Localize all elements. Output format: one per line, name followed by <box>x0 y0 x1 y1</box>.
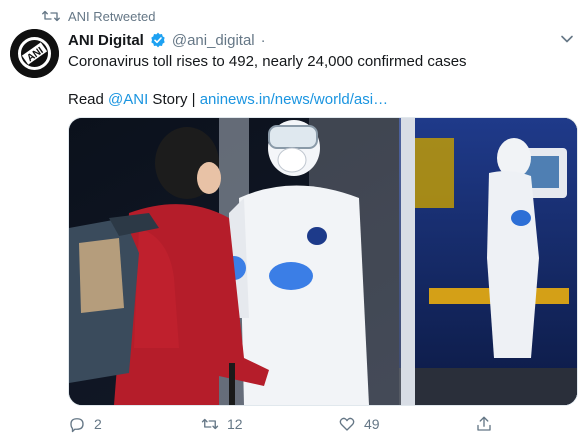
reply-count: 2 <box>94 416 102 432</box>
avatar[interactable]: ANI <box>10 29 59 78</box>
verified-badge-icon <box>151 32 165 48</box>
photo-image <box>69 118 577 405</box>
retweet-header: ANI Retweeted <box>42 6 155 26</box>
share-icon <box>477 416 491 431</box>
tweet-text: Coronavirus toll rises to 492, nearly 24… <box>68 53 467 70</box>
tweet-header: ANI Digital @ani_digital · <box>68 30 266 50</box>
chevron-down-icon[interactable] <box>560 32 574 46</box>
retweet-icon <box>201 418 219 430</box>
read-prefix: Read <box>68 91 109 108</box>
tweet-photo[interactable] <box>68 117 578 406</box>
reply-button[interactable]: 2 <box>68 415 201 433</box>
like-button[interactable]: 49 <box>338 415 475 433</box>
retweet-count: 12 <box>227 416 243 432</box>
article-link[interactable]: aninews.in/news/world/asi… <box>200 91 388 108</box>
retweet-label[interactable]: ANI Retweeted <box>68 9 155 24</box>
tweet-actions: 2 12 49 <box>68 412 508 436</box>
retweet-icon <box>42 10 60 22</box>
retweet-button[interactable]: 12 <box>201 415 338 433</box>
separator-dot: · <box>260 31 266 49</box>
heart-icon <box>339 417 355 431</box>
author-handle[interactable]: @ani_digital <box>172 32 255 49</box>
author-name[interactable]: ANI Digital <box>68 32 144 49</box>
mention-link[interactable]: @ANI <box>108 91 148 108</box>
ani-logo-icon: ANI <box>10 29 59 78</box>
like-count: 49 <box>364 416 380 432</box>
reply-icon <box>70 418 84 433</box>
share-button[interactable] <box>475 415 493 433</box>
tweet-read-line: Read @ANI Story | aninews.in/news/world/… <box>68 90 388 110</box>
story-text: Story | <box>148 91 200 108</box>
